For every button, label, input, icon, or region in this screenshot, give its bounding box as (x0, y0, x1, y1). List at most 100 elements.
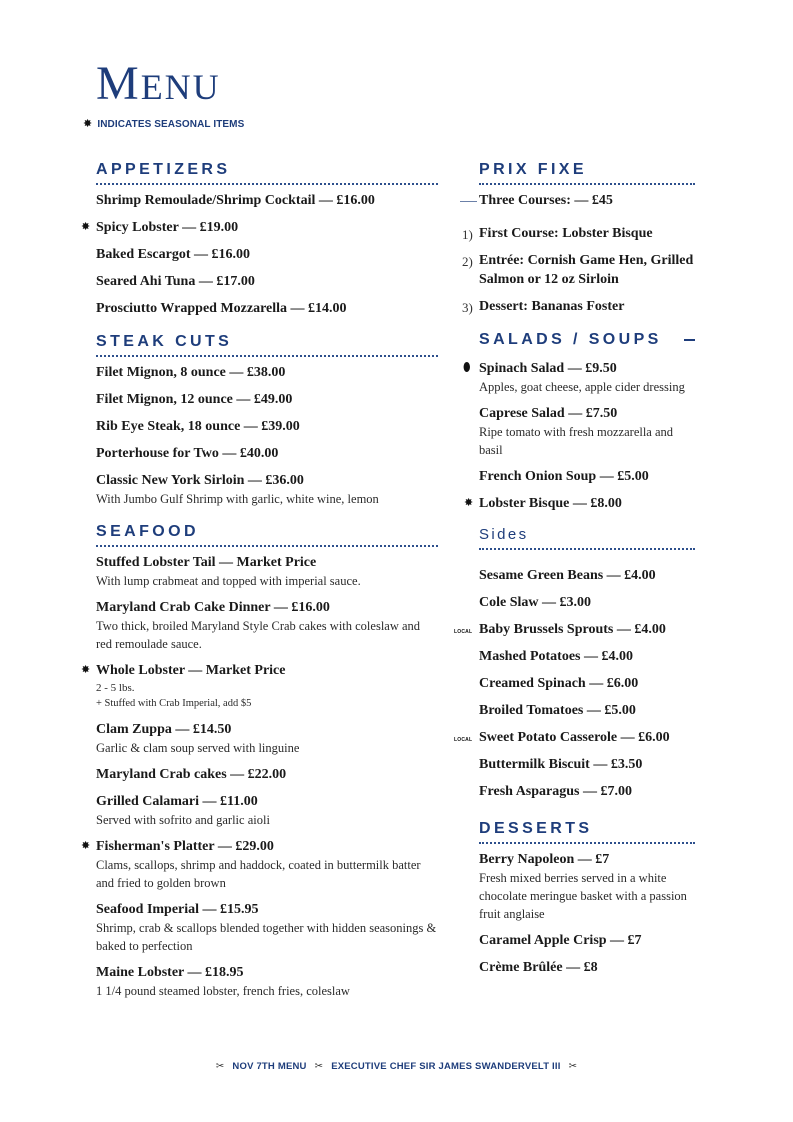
menu-item-name: Caprese Salad — £7.50 (479, 406, 618, 421)
menu-item-name: Caramel Apple Crisp — £7 (479, 933, 642, 948)
menu-item-description: Garlic & clam soup served with linguine (96, 741, 300, 755)
menu-item: French Onion Soup — £5.00 (479, 467, 695, 486)
prix-fixe-course: 1) First Course: Lobster Bisque (462, 224, 695, 243)
menu-item-name: Grilled Calamari — £11.00 (96, 794, 258, 809)
menu-item-description: Ripe tomato with fresh mozzarella and ba… (479, 425, 674, 457)
dotted-divider (96, 545, 438, 547)
course-text: Entrée: Cornish Game Hen, Grilled Salmon… (479, 253, 694, 287)
crossed-utensils-icon: ✂ (215, 1061, 225, 1072)
menu-item: Classic New York Sirloin — £36.00 With Ju… (96, 471, 438, 508)
dotted-divider (479, 548, 695, 550)
menu-item: Baked Escargot — £16.00 (96, 245, 438, 264)
heading-dash (683, 339, 695, 341)
menu-item: Creamed Spinach — £6.00 (479, 674, 695, 693)
section-heading: Sides (479, 526, 529, 543)
menu-item-name: Filet Mignon, 8 ounce — £38.00 (96, 365, 286, 380)
menu-item-name: Spinach Salad — £9.50 (479, 361, 617, 376)
local-badge-icon: LOCAL (454, 629, 473, 635)
menu-item-name: Classic New York Sirloin — £36.00 (96, 473, 304, 488)
menu-item-name: Mashed Potatoes — £4.00 (479, 649, 633, 664)
menu-item-description: Apples, goat cheese, apple cider dressin… (479, 380, 685, 394)
menu-item-name: Shrimp Remoulade/Shrimp Cocktail — £16.0… (96, 193, 375, 208)
menu-item: Fresh Asparagus — £7.00 (479, 782, 695, 801)
menu-item-name: Fresh Asparagus — £7.00 (479, 784, 632, 799)
menu-item-name: Sesame Green Beans — £4.00 (479, 568, 656, 583)
local-badge-icon: LOCAL (454, 737, 473, 743)
menu-item: Buttermilk Biscuit — £3.50 (479, 755, 695, 774)
menu-item-name: Porterhouse for Two — £40.00 (96, 446, 279, 461)
menu-item-name: Filet Mignon, 12 ounce — £49.00 (96, 392, 293, 407)
dotted-divider (479, 842, 695, 844)
dotted-divider (96, 355, 438, 357)
section-sides: Sides Sesame Green Beans — £4.00 Cole Sla… (454, 525, 695, 801)
menu-item: Grilled Calamari — £11.00 Served with sof… (96, 792, 438, 829)
left-column: APPETIZERS Shrimp Remoulade/Shrimp Cockt… (81, 160, 438, 1008)
menu-item-description: Fresh mixed berries served in a white ch… (479, 871, 687, 921)
prix-fixe-course: 3) Dessert: Bananas Foster (462, 297, 695, 316)
menu-item: Clam Zuppa — £14.50 Garlic & clam soup se… (96, 720, 438, 757)
menu-item: ✸ Spicy Lobster — £19.00 (81, 218, 438, 237)
menu-item: Prosciutto Wrapped Mozzarella — £14.00 (96, 299, 438, 318)
menu-item: Broiled Tomatoes — £5.00 (479, 701, 695, 720)
menu-item-name: Fisherman's Platter — £29.00 (96, 839, 274, 854)
menu-item-name: Stuffed Lobster Tail — Market Price (96, 555, 317, 570)
menu-item-name: Broiled Tomatoes — £5.00 (479, 703, 636, 718)
menu-item-description: Two thick, broiled Maryland Style Crab c… (96, 619, 421, 651)
seasonal-star-icon: ✸ (83, 118, 93, 130)
section-prix-fixe: PRIX FIXE Three Courses: — £45 1) First C… (460, 160, 695, 316)
menu-item-description: Shrimp, crab & scallops blended together… (96, 921, 437, 953)
menu-item-name: Buttermilk Biscuit — £3.50 (479, 757, 643, 772)
menu-item-name: Cole Slaw — £3.00 (479, 595, 591, 610)
crossed-utensils-icon: ✂ (568, 1061, 578, 1072)
menu-item-addon: + Stuffed with Crab Imperial, add $5 (96, 698, 252, 709)
intro-rule (460, 201, 477, 202)
menu-item-name: Baked Escargot — £16.00 (96, 247, 250, 262)
menu-item-description: Served with sofrito and garlic aioli (96, 813, 270, 827)
crossed-utensils-icon: ✂ (314, 1061, 324, 1072)
menu-item: Sesame Green Beans — £4.00 (479, 566, 695, 585)
menu-item-name: Berry Napoleon — £7 (479, 852, 610, 867)
menu-item: Caramel Apple Crisp — £7 (479, 931, 695, 950)
menu-item: Caprese Salad — £7.50 Ripe tomato with fr… (479, 404, 695, 459)
menu-page: MENU ✸ INDICATES SEASONAL ITEMS APPETIZE… (0, 0, 793, 1122)
leaf-icon: ⬮ (463, 360, 471, 374)
menu-item: Filet Mignon, 12 ounce — £49.00 (96, 390, 438, 409)
course-number: 1) (462, 227, 473, 242)
menu-item: Maryland Crab Cake Dinner — £16.00 Two th… (96, 598, 438, 653)
menu-item: Maryland Crab cakes — £22.00 (96, 765, 438, 784)
prix-fixe-course: 2) Entrée: Cornish Game Hen, Grilled Salm… (462, 251, 695, 289)
menu-item-description: With Jumbo Gulf Shrimp with garlic, whit… (96, 492, 379, 506)
section-appetizers: APPETIZERS Shrimp Remoulade/Shrimp Cockt… (81, 160, 438, 318)
menu-item: Porterhouse for Two — £40.00 (96, 444, 438, 463)
chef-name: EXECUTIVE CHEF SIR JAMES SWANDERVELT III (331, 1061, 561, 1072)
section-desserts: DESSERTS Berry Napoleon — £7 Fresh mixed … (479, 819, 695, 977)
menu-item-name: Prosciutto Wrapped Mozzarella — £14.00 (96, 301, 347, 316)
menu-item-name: Seafood Imperial — £15.95 (96, 902, 259, 917)
menu-item: Rib Eye Steak, 18 ounce — £39.00 (96, 417, 438, 436)
menu-item-name: Baby Brussels Sprouts — £4.00 (479, 622, 666, 637)
menu-item-name: Clam Zuppa — £14.50 (96, 722, 232, 737)
menu-item-name: Rib Eye Steak, 18 ounce — £39.00 (96, 419, 300, 434)
section-heading: STEAK CUTS (96, 333, 233, 350)
prix-fixe-intro: Three Courses: — £45 (460, 191, 695, 210)
section-heading: PRIX FIXE (479, 161, 587, 178)
menu-date: NOV 7TH MENU (232, 1061, 307, 1072)
menu-item-name: Maine Lobster — £18.95 (96, 965, 244, 980)
menu-item: Berry Napoleon — £7 Fresh mixed berries s… (479, 850, 695, 923)
section-heading: SALADS / SOUPS (479, 330, 695, 350)
seasonal-star-icon: ✸ (81, 220, 91, 233)
course-number: 3) (462, 300, 473, 315)
footer: ✂ NOV 7TH MENU ✂ EXECUTIVE CHEF SIR JAMES S… (0, 1061, 793, 1072)
menu-title-initial: M (96, 57, 141, 110)
menu-item-description: 2 - 5 lbs. (96, 682, 135, 694)
menu-title-rest: ENU (140, 67, 221, 107)
menu-item: ✸ Whole Lobster — Market Price 2 - 5 lbs. +… (81, 661, 438, 712)
section-heading: APPETIZERS (96, 161, 231, 178)
menu-item: Seared Ahi Tuna — £17.00 (96, 272, 438, 291)
menu-item: Shrimp Remoulade/Shrimp Cocktail — £16.0… (96, 191, 438, 210)
menu-item-name: Spicy Lobster — £19.00 (96, 220, 239, 235)
course-text: Dessert: Bananas Foster (479, 299, 625, 314)
course-text: First Course: Lobster Bisque (479, 226, 653, 241)
seasonal-star-icon: ✸ (81, 839, 91, 852)
menu-item: LOCAL Sweet Potato Casserole — £6.00 (454, 728, 695, 747)
